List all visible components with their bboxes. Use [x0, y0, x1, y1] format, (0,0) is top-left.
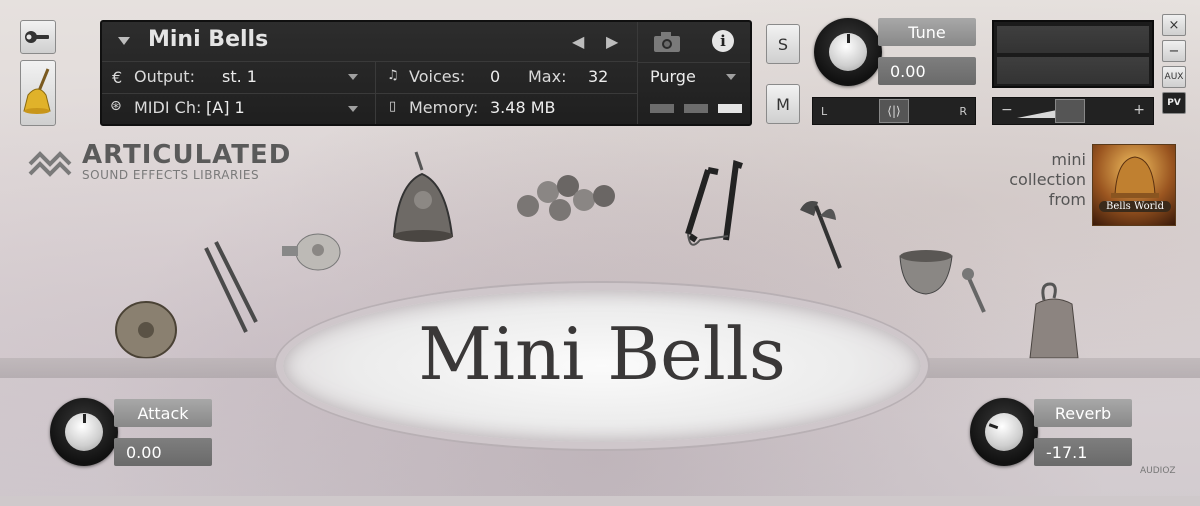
voices-label: Voices: [409, 67, 466, 86]
wrench-button[interactable] [20, 20, 56, 54]
volume-plus[interactable]: + [1133, 102, 1145, 118]
output-icon: € [112, 68, 123, 87]
next-instrument-icon[interactable]: ▶ [606, 32, 618, 51]
volume-minus[interactable]: − [1001, 102, 1013, 118]
purge-dropdown-icon[interactable] [726, 74, 736, 80]
volume-handle[interactable] [1055, 99, 1085, 123]
wrench-icon [25, 31, 49, 43]
header-title-row: Mini Bells ◀ ▶ [102, 22, 637, 62]
tune-value[interactable]: 0.00 [878, 57, 976, 85]
watermark: AUDIOZ [1140, 466, 1176, 476]
memory-icon: ▯ [389, 99, 397, 114]
instrument-header: Mini Bells ◀ ▶ i € Output: st. 1 ♫ Voice… [100, 20, 752, 126]
solo-button[interactable]: S [766, 24, 800, 64]
camera-icon[interactable] [652, 31, 682, 53]
voices-icon: ♫ [387, 68, 399, 83]
pan-handle[interactable]: ⟨|⟩ [879, 99, 909, 123]
midi-icon: ⊛ [110, 98, 122, 114]
close-button[interactable]: × [1162, 14, 1186, 36]
instrument-icon-button[interactable] [20, 60, 56, 126]
pv-button[interactable]: PV [1162, 92, 1186, 114]
bell-icon [23, 68, 51, 114]
memory-label: Memory: [409, 98, 479, 117]
tune-knob[interactable] [814, 18, 882, 86]
attack-value[interactable]: 0.00 [114, 438, 212, 466]
reverb-value[interactable]: -17.1 [1034, 438, 1132, 466]
midi-channel-value[interactable]: [A] 1 [206, 98, 245, 117]
main-title: Mini Bells [418, 312, 786, 396]
output-label: Output: [134, 67, 195, 86]
purge-indicator-2 [684, 104, 708, 113]
midi-dropdown-icon[interactable] [348, 106, 358, 112]
mute-button[interactable]: M [766, 84, 800, 124]
reverb-knob[interactable] [970, 398, 1038, 466]
tune-label: Tune [878, 18, 976, 46]
aux-button[interactable]: AUX [1162, 66, 1186, 88]
voices-value: 0 [490, 67, 501, 86]
menu-dropdown-icon[interactable] [118, 37, 130, 45]
bottom-strip [0, 496, 1200, 506]
purge-indicator-3 [718, 104, 742, 113]
reverb-label: Reverb [1034, 399, 1132, 427]
minimize-button[interactable]: − [1162, 40, 1186, 62]
instrument-panel: Mini Bells ◀ ▶ i € Output: st. 1 ♫ Voice… [0, 0, 1200, 506]
pan-left-label: L [821, 105, 828, 118]
pan-right-label: R [959, 105, 967, 118]
attack-knob[interactable] [50, 398, 118, 466]
pan-slider[interactable]: L R ⟨|⟩ [812, 97, 976, 125]
attack-label: Attack [114, 399, 212, 427]
memory-value: 3.48 MB [490, 98, 556, 117]
purge-indicator-1 [650, 104, 674, 113]
output-value[interactable]: st. 1 [222, 67, 257, 86]
output-dropdown-icon[interactable] [348, 74, 358, 80]
output-meter [992, 20, 1154, 88]
info-icon[interactable]: i [712, 30, 734, 52]
volume-slider[interactable]: − + [992, 97, 1154, 125]
instrument-name[interactable]: Mini Bells [148, 27, 268, 52]
max-label: Max: [528, 67, 567, 86]
prev-instrument-icon[interactable]: ◀ [572, 32, 584, 51]
purge-button[interactable]: Purge [650, 67, 696, 86]
max-voices-value[interactable]: 32 [588, 67, 608, 86]
midi-channel-label: MIDI Ch: [134, 98, 202, 117]
